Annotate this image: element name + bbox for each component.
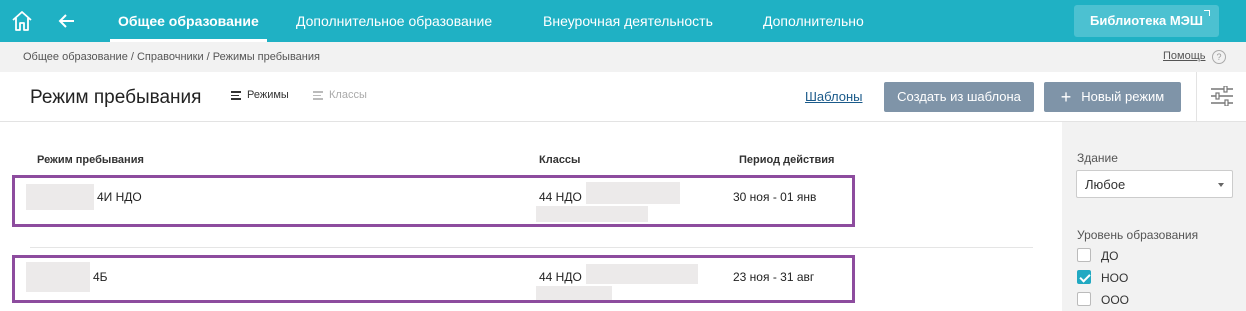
redacted-text [536,206,648,222]
column-header-period: Период действия [739,154,835,166]
new-mode-button-label: Новый режим [1081,89,1165,104]
level-option-label: НОО [1101,271,1129,285]
level-option-label: ООО [1101,293,1130,307]
redacted-text [586,264,698,284]
back-arrow-icon[interactable] [56,9,78,33]
view-toggle-classes-label: Классы [329,89,367,102]
column-header-classes: Классы [539,154,581,166]
view-toggle-modes-label: Режимы [247,89,289,102]
row-mode-name: 4Б [93,270,108,284]
building-select[interactable]: Любое [1076,170,1233,198]
help-link[interactable]: Помощь [1163,50,1206,62]
redacted-text [26,262,90,292]
page-header: Режим пребывания Режимы Классы Шаблоны С… [0,72,1246,122]
tab-general-education[interactable]: Общее образование [110,0,267,42]
level-option-label: ДО [1101,249,1119,263]
plus-icon: + [1060,87,1072,107]
create-from-template-button[interactable]: Создать из шаблона [884,82,1034,112]
column-header-mode: Режим пребывания [37,154,144,166]
help-question-icon[interactable]: ? [1212,50,1226,64]
breadcrumb-bar: Общее образование / Справочники / Режимы… [0,42,1246,72]
library-button[interactable]: Библиотека МЭШ [1074,5,1219,37]
filter-panel: Здание Любое Уровень образования ДО НОО … [1062,122,1246,311]
checkbox[interactable] [1077,292,1091,306]
row-classes: 44 НДО [539,190,582,204]
building-select-value: Любое [1085,177,1126,192]
page-title: Режим пребывания [30,87,202,108]
redacted-text [586,182,680,204]
education-level-label: Уровень образования [1077,228,1199,242]
row-period: 30 ноя - 01 янв [733,190,817,204]
checkbox-checked[interactable] [1077,270,1091,284]
chevron-down-icon [1218,183,1224,187]
redacted-text [26,184,94,210]
new-mode-button[interactable]: + Новый режим [1044,82,1181,112]
table-row[interactable] [12,255,855,303]
top-nav: Общее образование Дополнительное образов… [0,0,1246,42]
view-toggle-classes[interactable]: Классы [313,89,367,102]
tab-additional[interactable]: Дополнительно [763,0,864,42]
view-toggle-modes[interactable]: Режимы [231,89,289,102]
breadcrumb: Общее образование / Справочники / Режимы… [23,51,320,63]
tab-extracurricular[interactable]: Внеурочная деятельность [543,0,713,42]
building-label: Здание [1077,151,1118,165]
row-classes: 44 НДО [539,270,582,284]
row-mode-name: 4И НДО [97,190,142,204]
list-icon [231,89,241,102]
templates-link[interactable]: Шаблоны [805,89,863,104]
row-divider [30,247,1033,248]
external-link-icon [1204,10,1210,16]
list-icon [313,89,323,102]
home-icon[interactable] [10,9,34,33]
tab-additional-education[interactable]: Дополнительное образование [296,0,492,42]
redacted-text [536,286,612,300]
filter-settings-button[interactable] [1196,72,1246,121]
library-button-label: Библиотека МЭШ [1090,13,1203,28]
row-period: 23 ноя - 31 авг [733,270,815,284]
sliders-icon [1211,86,1233,106]
checkbox[interactable] [1077,248,1091,262]
